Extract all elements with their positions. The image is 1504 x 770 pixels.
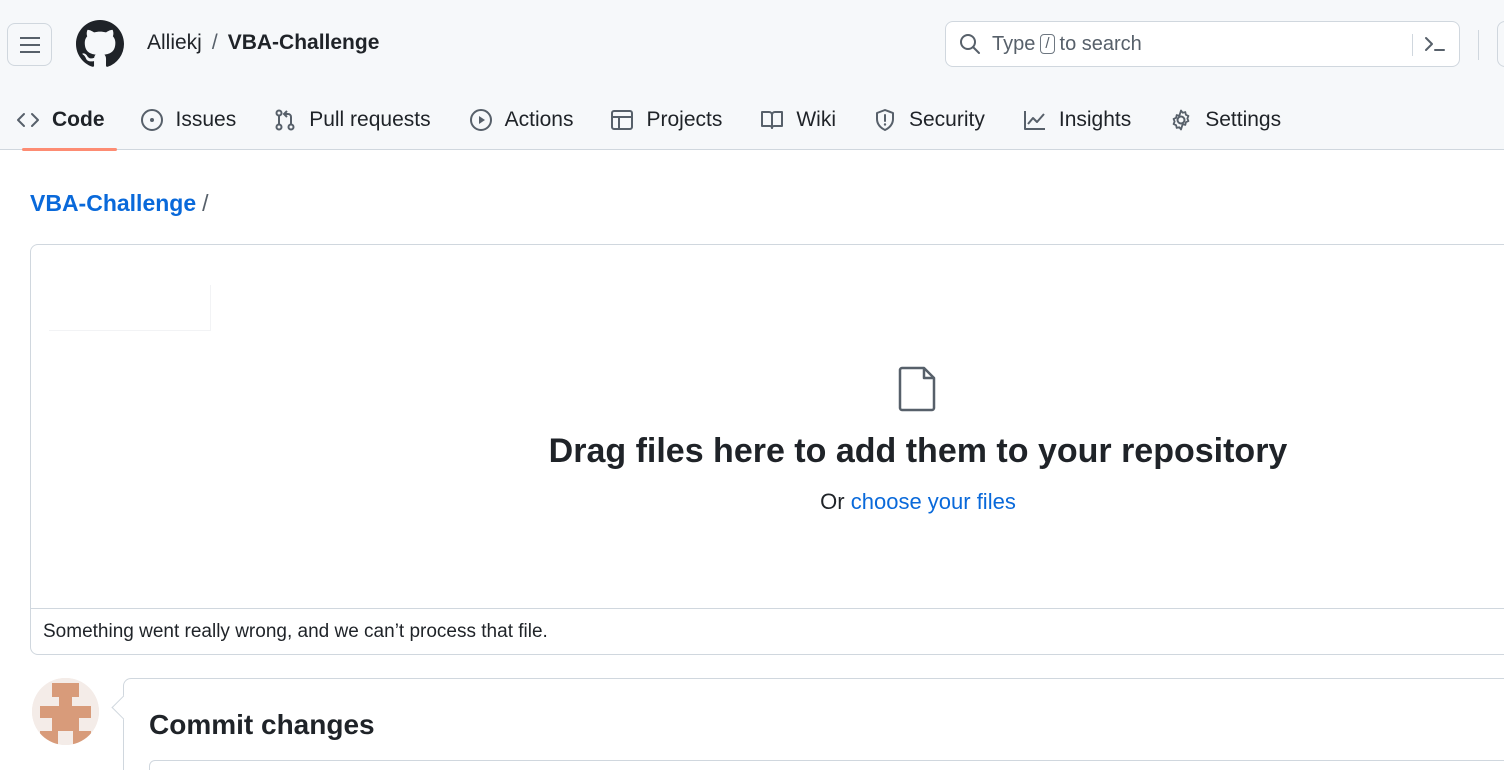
graph-icon — [1023, 108, 1047, 132]
breadcrumb-slash: / — [202, 190, 209, 216]
breadcrumb-repo-link[interactable]: VBA-Challenge — [30, 190, 196, 216]
tab-projects[interactable]: Projects — [610, 90, 722, 150]
tab-label: Pull requests — [309, 108, 431, 131]
pull-request-icon — [273, 108, 297, 132]
search-placeholder-suffix: to search — [1059, 32, 1142, 55]
avatar — [32, 678, 99, 745]
tab-wiki[interactable]: Wiki — [760, 90, 836, 150]
book-icon — [760, 108, 784, 132]
issue-icon — [140, 108, 164, 132]
repo-link[interactable]: VBA-Challenge — [228, 31, 380, 55]
page-breadcrumb: VBA-Challenge / — [30, 190, 209, 217]
menu-icon — [19, 36, 40, 53]
gear-icon — [1169, 108, 1193, 132]
repo-breadcrumb: Alliekj / VBA-Challenge — [147, 31, 379, 55]
search-divider — [1412, 34, 1413, 56]
commit-panel: Commit changes — [123, 678, 1504, 770]
drop-zone-title: Drag files here to add them to your repo… — [548, 432, 1288, 470]
tab-label: Projects — [646, 108, 723, 131]
identicon — [32, 678, 99, 745]
command-palette-icon[interactable] — [1422, 32, 1448, 56]
or-text: Or — [820, 489, 845, 514]
tab-issues[interactable]: Issues — [140, 90, 237, 150]
search-shortcut-key: / — [1040, 34, 1055, 54]
error-message: Something went really wrong, and we can’… — [31, 608, 1504, 654]
commit-title: Commit changes — [149, 709, 375, 740]
choose-files-link[interactable]: choose your files — [851, 489, 1016, 514]
header-divider — [1478, 30, 1479, 60]
tab-actions[interactable]: Actions — [469, 90, 574, 150]
code-icon — [16, 108, 40, 132]
tab-label: Insights — [1058, 108, 1132, 131]
search-input[interactable]: Type / to search — [945, 21, 1460, 67]
breadcrumb-separator: / — [211, 31, 218, 54]
tab-label: Actions — [504, 108, 574, 131]
search-placeholder-prefix: Type — [992, 32, 1036, 55]
repo-nav: Code Issues Pull requests Actions Projec… — [0, 90, 1281, 151]
menu-button[interactable] — [7, 23, 52, 66]
tab-label: Issues — [175, 108, 237, 131]
tab-insights[interactable]: Insights — [1023, 90, 1131, 150]
tab-pull-requests[interactable]: Pull requests — [273, 90, 431, 150]
tab-settings[interactable]: Settings — [1169, 90, 1281, 150]
tab-code[interactable]: Code — [16, 90, 116, 151]
tab-label: Wiki — [796, 108, 836, 131]
tab-security[interactable]: Security — [873, 90, 985, 150]
play-icon — [469, 108, 493, 132]
file-drop-zone[interactable]: Drag files here to add them to your repo… — [30, 244, 1504, 655]
drop-zone-subtitle: Or choose your files — [31, 489, 1504, 515]
search-icon — [960, 34, 980, 54]
shield-icon — [873, 108, 897, 132]
app-header: Alliekj / VBA-Challenge Type / to search… — [0, 0, 1504, 151]
commit-message-input[interactable] — [149, 760, 1504, 770]
owner-link[interactable]: Alliekj — [147, 31, 202, 55]
tab-label: Security — [909, 108, 985, 131]
header-action-button[interactable] — [1497, 21, 1504, 67]
search-placeholder: Type / to search — [992, 33, 1142, 56]
tab-label: Settings — [1205, 108, 1282, 131]
github-logo-icon[interactable] — [76, 20, 124, 68]
drop-zone-placeholder — [49, 285, 211, 331]
tab-label: Code — [52, 108, 105, 131]
table-icon — [610, 108, 634, 132]
file-icon — [898, 366, 936, 412]
